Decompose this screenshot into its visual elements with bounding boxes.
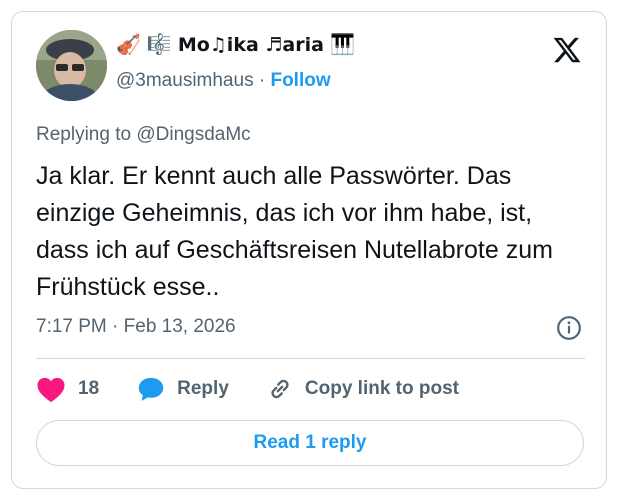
handle-separator: · bbox=[258, 70, 266, 91]
avatar-image bbox=[36, 30, 107, 101]
replying-to: Replying to @DingsdaMc bbox=[36, 124, 251, 146]
copy-link-button[interactable]: Copy link to post bbox=[267, 376, 459, 402]
musical-score-emoji: 🎼 bbox=[146, 34, 172, 56]
reply-label: Reply bbox=[177, 378, 229, 399]
info-icon[interactable] bbox=[556, 315, 582, 341]
read-replies-button[interactable]: Read 1 reply bbox=[36, 420, 584, 466]
link-icon bbox=[271, 379, 289, 399]
piano-emoji: 🎹 bbox=[329, 34, 355, 56]
reply-button[interactable]: Reply bbox=[137, 376, 229, 402]
author-handle[interactable]: @3mausimhaus bbox=[116, 70, 254, 91]
author-handle-row: @3mausimhaus · Follow bbox=[116, 70, 331, 92]
like-button[interactable]: 18 bbox=[36, 376, 99, 403]
author-display-name[interactable]: Mo♫ika ♬aria bbox=[178, 34, 324, 56]
follow-link[interactable]: Follow bbox=[270, 70, 330, 91]
copy-link-label: Copy link to post bbox=[304, 378, 459, 399]
x-logo-icon[interactable] bbox=[551, 35, 583, 65]
replying-prefix: Replying to bbox=[36, 124, 132, 145]
divider bbox=[36, 358, 585, 359]
like-count: 18 bbox=[78, 378, 100, 399]
tweet-timestamp[interactable]: 7:17 PM · Feb 13, 2026 bbox=[36, 316, 236, 338]
tweet-card: 🎻 🎼 Mo♫ika ♬aria 🎹 @3mausimhaus · Follow… bbox=[11, 11, 607, 489]
reply-bubble-icon bbox=[138, 377, 164, 401]
heart-icon bbox=[37, 377, 65, 402]
avatar[interactable] bbox=[36, 30, 107, 101]
action-bar: 18 Reply Copy link to post bbox=[36, 372, 497, 406]
replying-mention[interactable]: @DingsdaMc bbox=[136, 124, 250, 145]
violin-emoji: 🎻 bbox=[116, 34, 141, 56]
author-name-row[interactable]: 🎻 🎼 Mo♫ika ♬aria 🎹 bbox=[116, 34, 355, 56]
tweet-text: Ja klar. Er kennt auch alle Passwörter. … bbox=[36, 162, 553, 301]
